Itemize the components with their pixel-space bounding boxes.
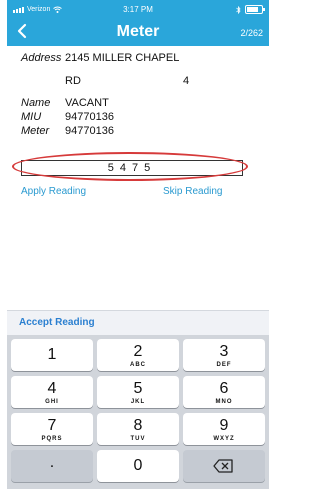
- address-label: Address: [21, 52, 62, 64]
- page-title: Meter: [116, 23, 160, 40]
- key-9[interactable]: 9 WXYZ: [183, 413, 265, 445]
- accept-bar: Accept Reading: [7, 310, 269, 336]
- key-2[interactable]: 2 ABC: [97, 339, 179, 371]
- name-row: Name VACANT: [21, 97, 109, 109]
- key-0[interactable]: 0: [97, 450, 179, 482]
- key-4-label: 4: [47, 380, 57, 397]
- key-8-label: 8: [133, 417, 143, 434]
- battery-icon: [245, 5, 265, 14]
- key-dot-label: .: [49, 454, 55, 471]
- miu-row: MIU 94770136: [21, 111, 114, 123]
- address-unit: 4: [183, 75, 190, 87]
- key-7-letters: PQRS: [41, 436, 63, 442]
- key-delete[interactable]: [183, 450, 265, 482]
- key-5-label: 5: [133, 380, 143, 397]
- key-3[interactable]: 3 DEF: [183, 339, 265, 371]
- status-right: [236, 5, 265, 14]
- miu-value: 94770136: [65, 111, 114, 123]
- key-0-label: 0: [133, 457, 143, 474]
- key-9-letters: WXYZ: [213, 436, 235, 442]
- key-6-label: 6: [219, 380, 229, 397]
- app-screen: Verizon 3:17 PM Meter 2/262 Address 2145 …: [7, 0, 269, 489]
- key-8-letters: TUV: [130, 436, 146, 442]
- address-row: Address 2145 MILLER CHAPEL: [21, 52, 179, 64]
- key-7[interactable]: 7 PQRS: [11, 413, 93, 445]
- numeric-keypad: 1 2 ABC 3 DEF 4 GHI 5 JKL 6 MNO 7 PQRS 8: [7, 335, 269, 489]
- key-2-label: 2: [133, 343, 143, 360]
- key-4-letters: GHI: [45, 399, 59, 405]
- key-9-label: 9: [219, 417, 229, 434]
- name-label: Name: [21, 97, 51, 109]
- apply-reading-button[interactable]: Apply Reading: [21, 186, 86, 197]
- bluetooth-icon: [236, 5, 241, 14]
- key-5[interactable]: 5 JKL: [97, 376, 179, 408]
- key-3-label: 3: [219, 343, 229, 360]
- key-3-letters: DEF: [216, 362, 232, 368]
- key-8[interactable]: 8 TUV: [97, 413, 179, 445]
- record-counter: 2/262: [240, 28, 263, 38]
- address-value: 2145 MILLER CHAPEL: [65, 52, 180, 64]
- name-value: VACANT: [65, 97, 109, 109]
- key-5-letters: JKL: [130, 399, 146, 405]
- nav-bar: Meter 2/262: [7, 20, 269, 46]
- miu-label: MIU: [21, 111, 42, 123]
- meter-row: Meter 94770136: [21, 125, 114, 137]
- meter-value: 94770136: [65, 125, 114, 137]
- key-6-letters: MNO: [215, 399, 233, 405]
- key-4[interactable]: 4 GHI: [11, 376, 93, 408]
- key-1[interactable]: 1: [11, 339, 93, 371]
- backspace-icon: [213, 459, 233, 473]
- skip-reading-button[interactable]: Skip Reading: [163, 186, 222, 197]
- meter-details: Address 2145 MILLER CHAPEL RD 4 Name VACAN…: [7, 46, 269, 296]
- key-6[interactable]: 6 MNO: [183, 376, 265, 408]
- meter-label: Meter: [21, 125, 50, 137]
- status-time: 3:17 PM: [123, 5, 153, 14]
- address-line2-value: RD: [65, 75, 81, 87]
- key-1-label: 1: [47, 346, 57, 363]
- accept-reading-button[interactable]: Accept Reading: [19, 317, 95, 328]
- key-7-label: 7: [47, 417, 57, 434]
- key-2-letters: ABC: [130, 362, 146, 368]
- key-dot[interactable]: .: [11, 450, 93, 482]
- status-bar: Verizon 3:17 PM: [7, 0, 269, 20]
- address-line-2: RD 4: [65, 75, 189, 87]
- reading-input[interactable]: 5475: [21, 160, 243, 176]
